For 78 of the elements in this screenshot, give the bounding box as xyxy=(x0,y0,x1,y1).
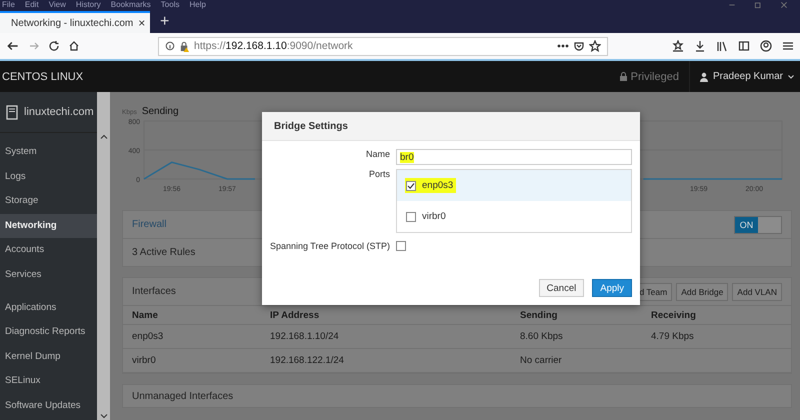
sidebar-item[interactable]: Storage xyxy=(0,189,97,214)
scroll-up-icon[interactable] xyxy=(100,133,108,141)
menu-item[interactable]: Bookmarks xyxy=(110,0,151,10)
table-cell: enp0s3 xyxy=(123,324,261,348)
sidebar-item[interactable]: Software Updates xyxy=(0,394,97,419)
table-cell: virbr0 xyxy=(123,348,261,372)
active-rules-text: 3 Active Rules xyxy=(132,247,196,258)
table-cell: 8.60 Kbps xyxy=(511,324,642,348)
sidebar-item[interactable]: System xyxy=(0,140,97,165)
column-header: Receiving xyxy=(642,306,791,324)
sidebar-item[interactable]: Networking xyxy=(0,214,97,238)
lock-icon xyxy=(620,72,627,81)
privileged-label[interactable]: Privileged xyxy=(630,70,679,82)
host-name[interactable]: linuxtechi.com xyxy=(24,106,94,118)
table-cell: 192.168.122.1/24 xyxy=(261,348,511,372)
user-icon xyxy=(700,72,708,82)
column-header: Sending xyxy=(511,306,642,324)
library-icon[interactable] xyxy=(716,40,728,52)
lock-warning-icon[interactable] xyxy=(179,40,190,52)
panel-title: Unmanaged Interfaces xyxy=(132,390,234,402)
panel-title: Interfaces xyxy=(132,286,176,297)
chart-title: Sending xyxy=(142,106,179,117)
sidebar-item[interactable]: Logs xyxy=(0,164,97,190)
dialog-title: Bridge Settings xyxy=(274,120,348,132)
sidebar-item[interactable]: Kernel Dump xyxy=(0,344,97,370)
close-icon[interactable] xyxy=(780,1,788,9)
account-icon[interactable] xyxy=(760,40,772,52)
field-label: Spanning Tree Protocol (STP) xyxy=(268,240,390,251)
field-label: Ports xyxy=(368,169,390,181)
apply-button[interactable]: Apply xyxy=(592,279,632,297)
download-icon[interactable] xyxy=(694,40,706,52)
address-bar[interactable]: https://192.168.1.10:9090/network xyxy=(158,36,608,56)
table-cell: No carrier xyxy=(511,348,642,372)
port-label: enp0s3 xyxy=(422,180,454,191)
restore-icon[interactable] xyxy=(754,1,762,9)
server-icon xyxy=(6,104,18,120)
checkbox[interactable] xyxy=(396,241,406,251)
sidebar-item[interactable]: Accounts xyxy=(0,238,97,263)
menu-item[interactable]: View xyxy=(48,0,66,10)
checkbox[interactable] xyxy=(406,212,416,222)
add-button[interactable]: Add Bridge xyxy=(676,282,728,300)
column-header: Name xyxy=(123,306,261,324)
pocket-icon[interactable] xyxy=(573,40,585,52)
checkbox[interactable] xyxy=(406,180,416,190)
menu-item[interactable]: Tools xyxy=(160,0,180,10)
name-field[interactable]: br0 xyxy=(396,149,632,165)
new-tab-button[interactable]: + xyxy=(150,11,180,33)
scroll-down-icon[interactable] xyxy=(100,412,108,420)
browser-tab[interactable]: Networking - linuxtechi.com × xyxy=(0,11,150,33)
close-tab-button[interactable]: × xyxy=(138,16,146,30)
sidebar-item[interactable]: Applications xyxy=(0,296,97,320)
menu-item[interactable]: Edit xyxy=(24,0,39,10)
cancel-button[interactable]: Cancel xyxy=(538,279,584,297)
star-tray-icon[interactable] xyxy=(672,40,684,52)
sidebar-icon[interactable] xyxy=(738,40,750,52)
bookmark-star-icon[interactable] xyxy=(589,40,601,52)
firewall-toggle[interactable]: ON xyxy=(734,216,782,234)
table-cell: 4.79 Kbps xyxy=(642,324,791,348)
info-icon[interactable] xyxy=(165,41,175,51)
menu-item[interactable]: File xyxy=(2,0,15,10)
back-icon[interactable] xyxy=(6,39,20,53)
reload-icon[interactable] xyxy=(48,40,60,52)
url-text: https://192.168.1.10:9090/network xyxy=(194,40,354,52)
sidebar-item[interactable]: SELinux xyxy=(0,369,97,394)
table-cell: 192.168.1.10/24 xyxy=(261,324,511,348)
sidebar-item[interactable]: Diagnostic Reports xyxy=(0,320,97,345)
user-menu[interactable]: Pradeep Kumar xyxy=(690,71,794,82)
menu-icon[interactable] xyxy=(782,40,794,52)
os-brand: CENTOS LINUX xyxy=(2,70,84,82)
menu-item[interactable]: History xyxy=(76,0,101,10)
caret-icon xyxy=(788,74,794,78)
field-label: Name xyxy=(364,149,390,161)
home-icon[interactable] xyxy=(68,40,80,52)
sidebar-item[interactable]: Services xyxy=(0,262,97,288)
add-button[interactable]: Add VLAN xyxy=(732,282,782,300)
column-header: IP Address xyxy=(261,306,511,324)
port-label: virbr0 xyxy=(422,211,446,222)
menu-item[interactable]: Help xyxy=(189,0,206,10)
